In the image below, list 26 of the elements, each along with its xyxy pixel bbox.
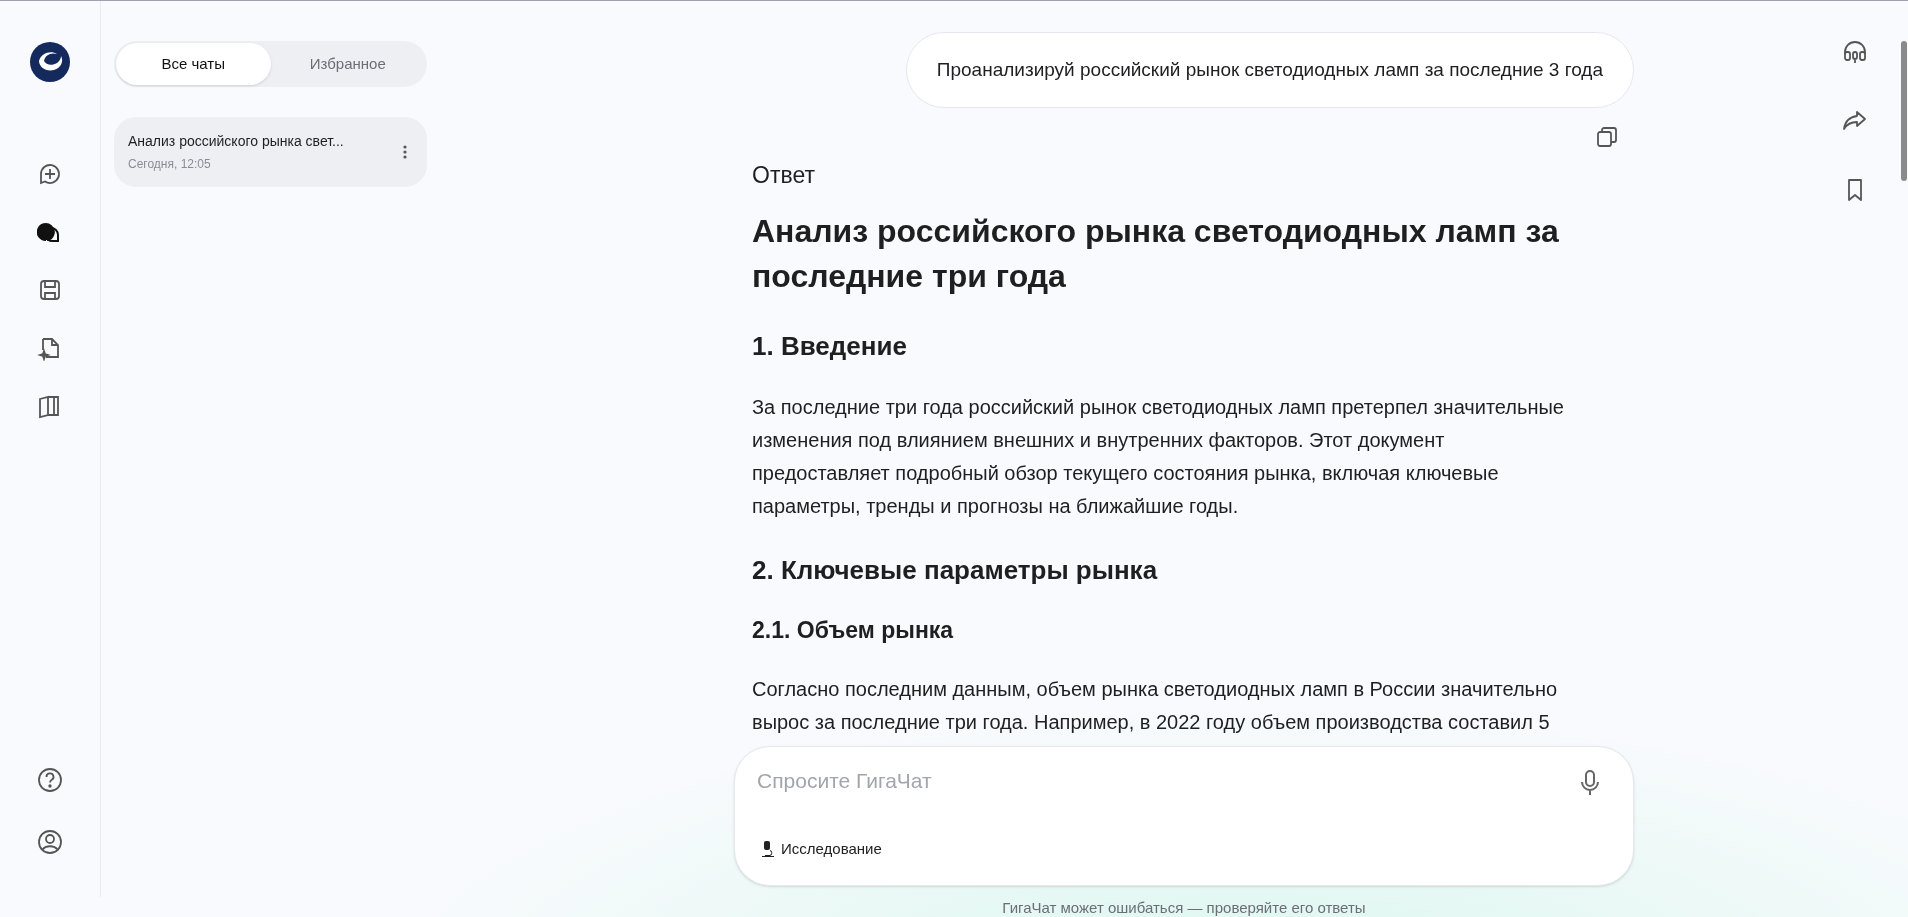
microscope-icon: [761, 841, 775, 858]
answer-label: Ответ: [752, 161, 816, 190]
subsection-heading: 2.1. Объем рынка: [752, 615, 955, 645]
new-chat-icon[interactable]: [37, 161, 63, 187]
filter-tab[interactable]: Избранное: [270, 43, 425, 85]
filter-tab[interactable]: Все чаты: [116, 43, 271, 85]
microphone-icon[interactable]: [1581, 770, 1599, 796]
chat-list-item[interactable]: Анализ российского рынка свет... Сегодня, 12:05: [114, 117, 427, 187]
scrollbar[interactable]: [1901, 41, 1907, 181]
paragraph: За последние три года российский рынок светодиодных ламп претерпел значительные изменения под влиянием внешних и внутренних факторов. Этот документ предоставляет подробный обзор текущего состояния рынка, включая ключевые параметры, тренды и прогнозы на ближайшие годы.: [752, 394, 1565, 519]
research-mode-button[interactable]: Исследование: [761, 838, 882, 861]
paragraph: Согласно последним данным, объем рынка светодиодных ламп в России значительно вырос за последние три года. Например, в 2022 году объем производства составил 5: [752, 676, 1559, 735]
chat-time: Сегодня, 12:05: [128, 156, 212, 173]
logo-icon[interactable]: [29, 41, 71, 83]
disclaimer: ГигаЧат может ошибаться — проверяйте его ответы: [1001, 898, 1367, 917]
copy-icon[interactable]: [1596, 126, 1618, 148]
section-heading: 2. Ключевые параметры рынка: [752, 553, 1159, 587]
headset-icon[interactable]: [1842, 39, 1868, 65]
help-icon[interactable]: [37, 767, 63, 793]
user-message: Проанализируй российский рынок светодиодных ламп за последние 3 года: [905, 32, 1634, 108]
profile-icon[interactable]: [37, 829, 63, 855]
more-options-icon[interactable]: [403, 145, 407, 159]
section-heading: 1. Введение: [752, 329, 908, 363]
answer-heading: Анализ российского рынка светодиодных ламп за последние три года: [752, 211, 1560, 296]
message-input-field[interactable]: Спросите ГигаЧат Исследование: [734, 746, 1634, 886]
chat-title: Анализ российского рынка свет...: [128, 132, 345, 151]
